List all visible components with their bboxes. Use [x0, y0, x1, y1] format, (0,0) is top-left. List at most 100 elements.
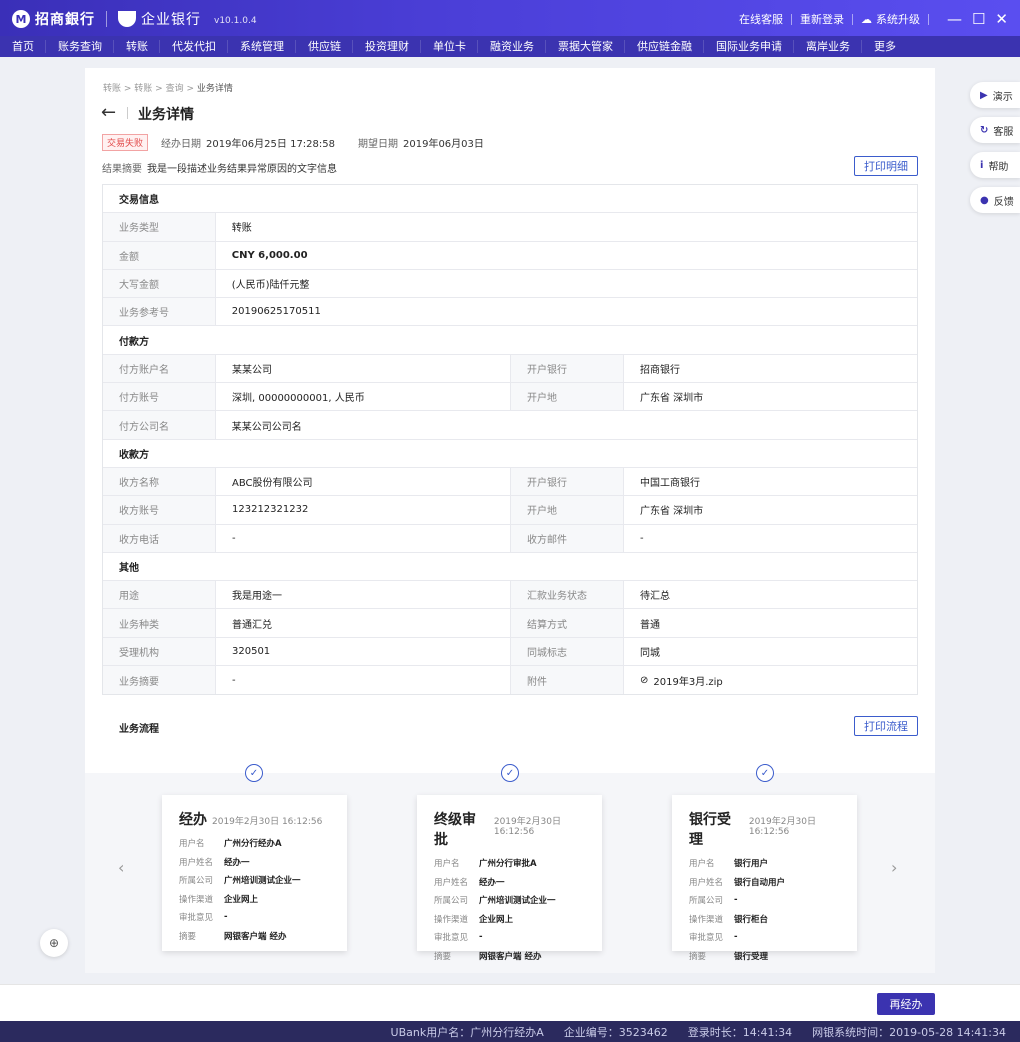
- field-value: 123212321232: [216, 496, 511, 524]
- status-user: UBank用户名：广州分行经办A: [390, 1025, 544, 1039]
- field-value: -: [640, 532, 644, 544]
- brand-logo: M 招商銀行 企业银行 v10.1.0.4: [12, 9, 257, 29]
- maximize-icon[interactable]: ☐: [972, 12, 985, 27]
- field-value: 我是用途一: [216, 581, 511, 609]
- print-detail-button[interactable]: 打印明细: [854, 156, 918, 176]
- online-service-link[interactable]: 在线客服: [739, 11, 783, 27]
- step-time: 2019年2月30日 16:12:56: [212, 817, 323, 827]
- section-title: 其他: [119, 563, 139, 574]
- field-label: 同城标志: [511, 637, 624, 666]
- minimize-icon[interactable]: —: [947, 12, 962, 27]
- field-label: 开户地: [511, 383, 624, 411]
- nav-supply-finance[interactable]: 供应链金融: [625, 40, 704, 53]
- nav-account-query[interactable]: 账务查询: [46, 40, 114, 53]
- nav-corp-card[interactable]: 单位卡: [421, 40, 478, 53]
- step-name: 银行受理: [689, 812, 731, 848]
- field-label: 业务参考号: [103, 298, 216, 326]
- system-upgrade-link[interactable]: 系统升级: [876, 11, 920, 27]
- amount-value: CNY 6,000.00: [231, 249, 308, 261]
- field-label: 收方邮件: [511, 524, 624, 552]
- paperclip-icon: ⊘: [640, 674, 649, 686]
- status-corp: 企业编号：3523462: [563, 1025, 668, 1039]
- check-circle-icon: ✓: [245, 764, 263, 782]
- nav-bills[interactable]: 票据大管家: [546, 40, 625, 53]
- status-time: 网银系统时间：2019-05-28 14:41:34: [812, 1025, 1006, 1039]
- page-title: 业务详情: [138, 107, 194, 123]
- nav-intl[interactable]: 国际业务申请: [704, 40, 794, 53]
- back-arrow-icon[interactable]: ←: [101, 102, 116, 123]
- nav-financing[interactable]: 融资业务: [478, 40, 546, 53]
- field-label: 业务类型: [103, 213, 216, 241]
- enterprise-logo-icon: [118, 11, 136, 27]
- check-circle-icon: ✓: [756, 764, 774, 782]
- field-label: 业务种类: [103, 609, 216, 637]
- field-label: 汇款业务状态: [511, 581, 624, 609]
- field-label: 用途: [103, 581, 216, 609]
- result-summary: 结果摘要 我是一段描述业务结果异常原因的文字信息: [102, 164, 337, 175]
- status-login: 登录时长：14:41:34: [687, 1025, 793, 1039]
- nav-transfer[interactable]: 转账: [114, 40, 160, 53]
- bank-name: 招商銀行: [35, 12, 95, 28]
- breadcrumb-item[interactable]: 查询: [166, 84, 184, 94]
- field-label: 大写金额: [103, 269, 216, 298]
- field-label: 开户银行: [511, 354, 624, 383]
- field-value: 广东省 深圳市: [640, 393, 704, 405]
- feedback-button[interactable]: ● 反馈: [970, 187, 1020, 213]
- step-name: 终级审批: [434, 812, 476, 848]
- breadcrumb: 转账 > 转账 > 查询 > 业务详情: [103, 84, 233, 94]
- nav-offshore[interactable]: 离岸业务: [794, 40, 862, 53]
- breadcrumb-item[interactable]: 转账: [134, 84, 152, 94]
- field-label: 付方公司名: [103, 411, 216, 439]
- main-nav: 首页 账务查询 转账 代发代扣 系统管理 供应链 投资理财 单位卡 融资业务 票…: [0, 36, 1020, 57]
- field-label: 付方账户名: [103, 354, 216, 383]
- nav-supply-chain[interactable]: 供应链: [296, 40, 353, 53]
- nav-investment[interactable]: 投资理财: [353, 40, 421, 53]
- expect-date: 期望日期 2019年06月03日: [358, 139, 484, 150]
- field-label: 业务摘要: [103, 666, 216, 695]
- attachment-link[interactable]: ⊘ 2019年3月.zip: [624, 666, 917, 694]
- cloud-upgrade-icon[interactable]: ☁: [861, 13, 872, 26]
- service-button[interactable]: ↻ 客服: [970, 117, 1020, 143]
- nav-home[interactable]: 首页: [0, 40, 46, 53]
- flow-step-card: 终级审批 2019年2月30日 16:12:56 用户名 广州分行审批A 用户姓名经…: [417, 795, 602, 962]
- zoom-in-icon[interactable]: ⊕: [40, 929, 68, 957]
- chevron-right-icon[interactable]: ›: [891, 858, 897, 877]
- nav-payroll[interactable]: 代发代扣: [160, 40, 228, 53]
- field-label: 收方账号: [103, 496, 216, 524]
- field-label: 金额: [103, 241, 216, 269]
- field-value: -: [216, 666, 511, 695]
- chevron-left-icon[interactable]: ‹: [118, 858, 124, 877]
- field-label: 收方名称: [103, 467, 216, 496]
- nav-system-mgmt[interactable]: 系统管理: [228, 40, 296, 53]
- title-bar: M 招商銀行 企业银行 v10.1.0.4 在线客服 重新登录 ☁ 系统升级 —…: [0, 0, 1020, 36]
- field-value: 广东省 深圳市: [640, 506, 704, 518]
- reprocess-button[interactable]: 再经办: [877, 993, 935, 1015]
- help-button[interactable]: i 帮助: [970, 152, 1020, 178]
- section-title: 交易信息: [119, 195, 159, 207]
- version-label: v10.1.0.4: [214, 16, 257, 26]
- field-label: 结算方式: [511, 609, 624, 637]
- field-value: ABC股份有限公司: [216, 467, 511, 496]
- breadcrumb-item[interactable]: 转账: [103, 84, 121, 94]
- field-value: 某某公司: [216, 354, 511, 383]
- play-icon: ▶: [980, 89, 988, 101]
- step-name: 经办: [179, 812, 207, 828]
- field-label: 附件: [511, 666, 624, 695]
- action-bar: 再经办: [0, 984, 1020, 1021]
- flow-step-card: 银行受理 2019年2月30日 16:12:56 用户名 银行用户 用户姓名 银行自动…: [672, 795, 857, 962]
- nav-more[interactable]: 更多: [862, 40, 907, 53]
- enterprise-name: 企业银行: [141, 12, 201, 28]
- field-value: -: [216, 524, 511, 552]
- field-value: 20190625170511: [231, 306, 321, 318]
- close-icon[interactable]: ✕: [995, 12, 1008, 27]
- step-time: 2019年2月30日 16:12:56: [493, 817, 561, 837]
- detail-card: 转账 > 转账 > 查询 > 业务详情 ← 业务详情 交易失败 经办日期 2019…: [85, 68, 935, 973]
- field-label: 开户地: [511, 496, 624, 524]
- relogin-link[interactable]: 重新登录: [800, 11, 844, 27]
- field-label: 开户银行: [511, 467, 624, 496]
- demo-button[interactable]: ▶ 演示: [970, 82, 1020, 108]
- field-value: 普通: [640, 619, 660, 631]
- print-flow-button[interactable]: 打印流程: [854, 716, 918, 736]
- info-icon: i: [980, 159, 984, 171]
- breadcrumb-current: 业务详情: [196, 84, 233, 94]
